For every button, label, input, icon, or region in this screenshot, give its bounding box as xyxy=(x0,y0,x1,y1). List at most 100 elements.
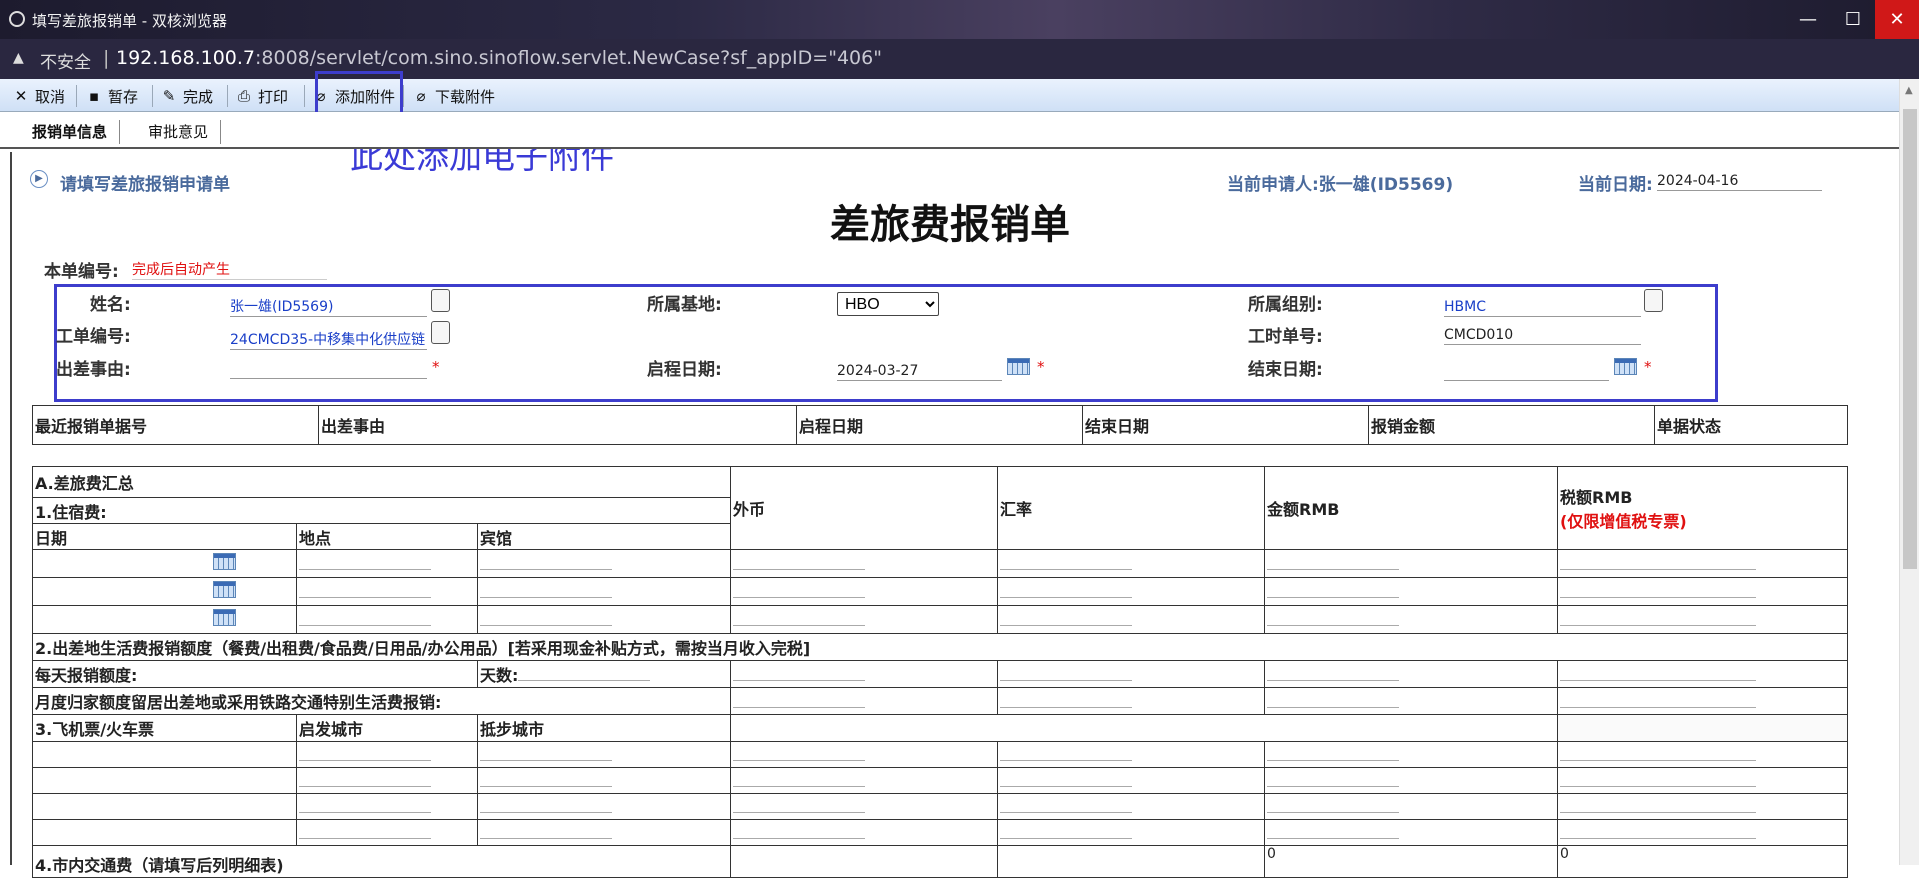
rmb-cell[interactable] xyxy=(1264,767,1558,794)
input-line[interactable] xyxy=(1560,691,1756,708)
input-line[interactable] xyxy=(1267,609,1399,626)
rmb-cell[interactable] xyxy=(1264,793,1558,820)
save-draft-button[interactable]: ▪ 暂存 xyxy=(85,85,138,107)
input-line[interactable] xyxy=(733,553,865,570)
arrive-cell[interactable] xyxy=(477,767,731,794)
name-field[interactable]: 张一雄(ID5569) xyxy=(230,297,427,317)
calendar-icon[interactable] xyxy=(213,581,236,598)
input-line[interactable] xyxy=(733,796,865,813)
tax-cell[interactable] xyxy=(1557,660,1848,688)
address-bar[interactable]: ▲ 不安全 | 192.168.100.7:8008/servlet/com.s… xyxy=(0,39,1919,79)
tax-cell[interactable] xyxy=(1557,549,1848,578)
input-line[interactable] xyxy=(1267,796,1399,813)
input-line[interactable] xyxy=(733,691,865,708)
tax-cell[interactable] xyxy=(1557,577,1848,606)
lodging-place-cell[interactable] xyxy=(296,605,478,634)
rmb-cell[interactable] xyxy=(1264,687,1558,715)
arrive-cell[interactable] xyxy=(477,793,731,820)
rmb-cell[interactable] xyxy=(1264,819,1558,846)
lodging-place-cell[interactable] xyxy=(296,549,478,578)
calendar-icon[interactable] xyxy=(213,609,236,626)
minimize-button[interactable]: — xyxy=(1785,0,1831,39)
input-line[interactable] xyxy=(299,822,431,839)
input-line[interactable] xyxy=(480,822,612,839)
input-line[interactable] xyxy=(480,770,612,787)
fx-cell[interactable] xyxy=(730,549,998,578)
fx-cell[interactable] xyxy=(730,819,998,846)
input-line[interactable] xyxy=(1560,553,1756,570)
rate-cell[interactable] xyxy=(997,660,1265,688)
input-line[interactable] xyxy=(1267,581,1399,598)
input-line[interactable] xyxy=(733,744,865,761)
base-select[interactable]: HBO xyxy=(837,292,939,316)
fx-cell[interactable] xyxy=(730,741,998,768)
fx-cell[interactable] xyxy=(730,793,998,820)
days-input[interactable] xyxy=(518,664,651,681)
input-line[interactable] xyxy=(733,581,865,598)
scrollbar-thumb[interactable] xyxy=(1903,109,1917,569)
rmb-cell[interactable] xyxy=(1264,605,1558,634)
download-attachment-button[interactable]: ⌀ 下载附件 xyxy=(412,85,495,107)
input-line[interactable] xyxy=(1000,581,1132,598)
print-button[interactable]: ⎙ 打印 xyxy=(235,85,288,107)
rate-cell[interactable] xyxy=(997,767,1265,794)
work-no-field[interactable]: 24CMCD35-中移集中化供应链 xyxy=(230,330,427,350)
lodging-date-cell[interactable] xyxy=(32,605,297,634)
depart-cell[interactable] xyxy=(296,741,478,768)
input-line[interactable] xyxy=(480,796,612,813)
rate-cell[interactable] xyxy=(997,845,1265,878)
ticket-cell[interactable] xyxy=(32,793,297,820)
start-date-field[interactable]: 2024-03-27 xyxy=(837,361,1002,381)
input-line[interactable] xyxy=(1560,609,1756,626)
input-line[interactable] xyxy=(1560,770,1756,787)
fx-cell[interactable] xyxy=(730,845,998,878)
input-line[interactable] xyxy=(1560,796,1756,813)
ticket-cell[interactable] xyxy=(32,741,297,768)
scroll-up-icon[interactable]: ▲ xyxy=(1905,85,1913,96)
input-line[interactable] xyxy=(1560,664,1756,681)
rmb-cell[interactable] xyxy=(1264,549,1558,578)
fx-cell[interactable] xyxy=(730,767,998,794)
ticket-cell[interactable] xyxy=(32,767,297,794)
rate-cell[interactable] xyxy=(997,741,1265,768)
rate-cell[interactable] xyxy=(997,549,1265,578)
input-line[interactable] xyxy=(1560,822,1756,839)
tax-cell[interactable] xyxy=(1557,819,1848,846)
end-date-field[interactable] xyxy=(1444,361,1609,381)
lodging-hotel-cell[interactable] xyxy=(477,577,731,606)
vertical-scrollbar[interactable]: ▲ xyxy=(1899,79,1919,865)
rmb-cell[interactable] xyxy=(1264,741,1558,768)
fx-cell[interactable] xyxy=(730,687,998,715)
input-line[interactable] xyxy=(1000,664,1132,681)
input-line[interactable] xyxy=(299,744,431,761)
input-line[interactable] xyxy=(1000,691,1132,708)
input-line[interactable] xyxy=(1267,691,1399,708)
fx-cell[interactable] xyxy=(730,577,998,606)
rmb-cell[interactable] xyxy=(1264,660,1558,688)
input-line[interactable] xyxy=(1000,553,1132,570)
tax-cell[interactable] xyxy=(1557,687,1848,715)
depart-cell[interactable] xyxy=(296,767,478,794)
depart-cell[interactable] xyxy=(296,793,478,820)
fx-cell[interactable] xyxy=(730,660,998,688)
lodging-date-cell[interactable] xyxy=(32,549,297,578)
input-line[interactable] xyxy=(1000,796,1132,813)
tax-cell[interactable] xyxy=(1557,767,1848,794)
input-line[interactable] xyxy=(299,553,431,570)
input-line[interactable] xyxy=(733,664,865,681)
rate-cell[interactable] xyxy=(997,577,1265,606)
reason-field[interactable] xyxy=(230,359,427,379)
rate-cell[interactable] xyxy=(997,605,1265,634)
end-date-calendar-icon[interactable] xyxy=(1614,358,1637,375)
tab-approval-opinions[interactable]: 审批意见 xyxy=(136,120,222,144)
input-line[interactable] xyxy=(733,609,865,626)
depart-cell[interactable] xyxy=(296,819,478,846)
input-line[interactable] xyxy=(480,553,612,570)
input-line[interactable] xyxy=(1000,822,1132,839)
input-line[interactable] xyxy=(1267,664,1399,681)
input-line[interactable] xyxy=(480,744,612,761)
input-line[interactable] xyxy=(1000,744,1132,761)
days-cell[interactable]: 天数: xyxy=(477,660,731,688)
input-line[interactable] xyxy=(1267,822,1399,839)
cancel-button[interactable]: ✕ 取消 xyxy=(12,85,65,107)
